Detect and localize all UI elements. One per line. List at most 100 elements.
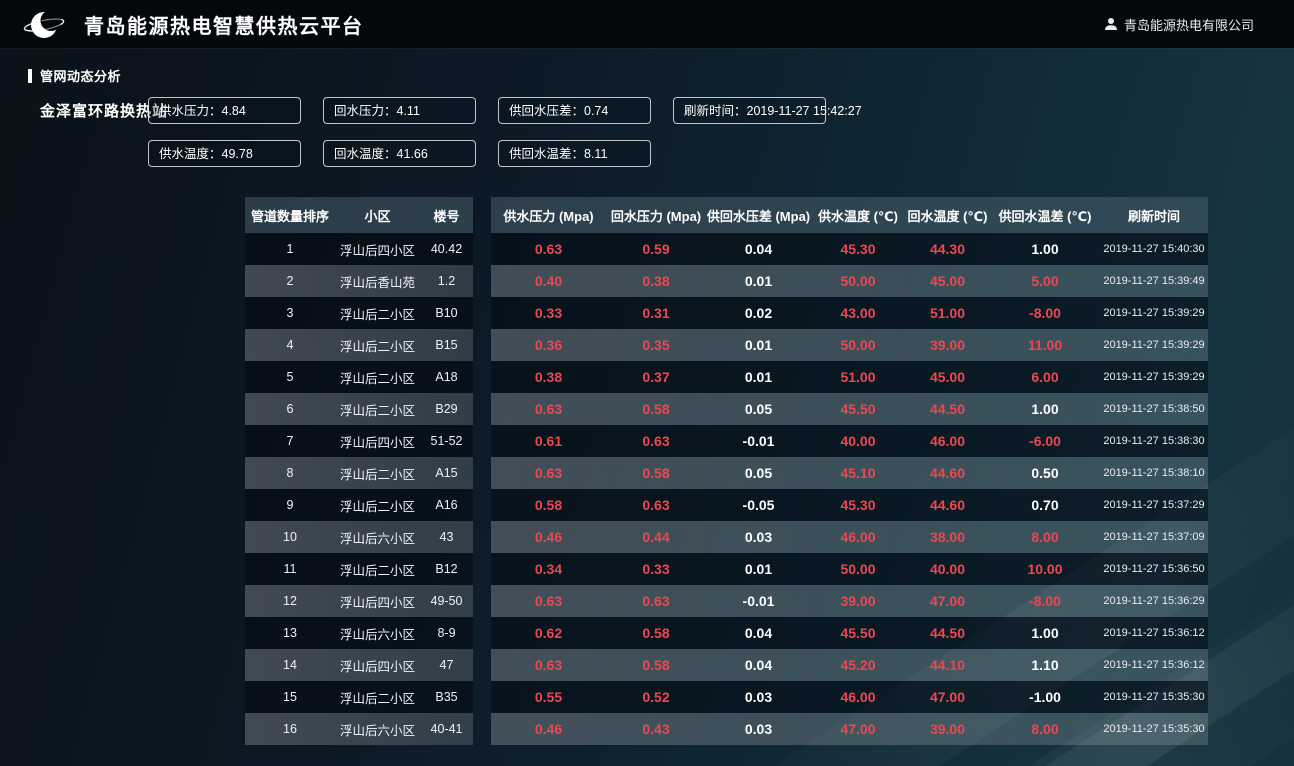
cell-temp-diff: -8.00 (990, 585, 1100, 617)
cell-supply-temp: 51.00 (811, 361, 905, 393)
cell-building: A15 (420, 457, 473, 489)
cell-supply-temp: 45.30 (811, 233, 905, 265)
cell-supply-temp: 50.00 (811, 553, 905, 585)
brand: 青岛能源热电智慧供热云平台 (22, 2, 364, 46)
cell-return-temp: 44.60 (905, 489, 990, 521)
cell-temp-diff: 11.00 (990, 329, 1100, 361)
cell-refresh-time: 2019-11-27 15:36:50 (1100, 553, 1208, 585)
cell-pressure-diff: 0.04 (706, 233, 811, 265)
cell-building: 43 (420, 521, 473, 553)
cell-rank: 16 (245, 713, 335, 745)
cell-return-temp: 46.00 (905, 425, 990, 457)
cell-temp-diff: 0.50 (990, 457, 1100, 489)
cell-supply-pressure: 0.38 (491, 361, 606, 393)
cell-temp-diff: -6.00 (990, 425, 1100, 457)
cell-rank: 14 (245, 649, 335, 681)
cell-pressure-diff: 0.01 (706, 361, 811, 393)
col-header: 回水压力 (Mpa) (606, 197, 706, 233)
cell-rank: 10 (245, 521, 335, 553)
cell-supply-temp: 45.50 (811, 393, 905, 425)
cell-building: 40-41 (420, 713, 473, 745)
cell-supply-pressure: 0.63 (491, 649, 606, 681)
cell-rank: 13 (245, 617, 335, 649)
station-stats-row-1: 供水压力：4.84回水压力：4.11供回水压差：0.74刷新时间：2019-11… (148, 97, 848, 124)
table-row: 3浮山后二小区B100.330.310.0243.0051.00-8.00201… (245, 297, 1208, 329)
cell-return-pressure: 0.31 (606, 297, 706, 329)
cell-rank: 7 (245, 425, 335, 457)
cell-return-temp: 40.00 (905, 553, 990, 585)
cell-supply-temp: 39.00 (811, 585, 905, 617)
table-row: 12浮山后四小区49-500.630.63-0.0139.0047.00-8.0… (245, 585, 1208, 617)
cell-rank: 11 (245, 553, 335, 585)
cell-return-pressure: 0.43 (606, 713, 706, 745)
cell-community: 浮山后六小区 (335, 617, 420, 649)
cell-refresh-time: 2019-11-27 15:39:29 (1100, 297, 1208, 329)
app-title: 青岛能源热电智慧供热云平台 (84, 10, 364, 39)
cell-pressure-diff: 0.03 (706, 521, 811, 553)
cell-building: A18 (420, 361, 473, 393)
cell-refresh-time: 2019-11-27 15:37:29 (1100, 489, 1208, 521)
cell-return-temp: 51.00 (905, 297, 990, 329)
cell-pressure-diff: 0.05 (706, 457, 811, 489)
col-header: 管道数量排序 (245, 197, 335, 233)
cell-pressure-diff: 0.04 (706, 617, 811, 649)
cell-community: 浮山后四小区 (335, 585, 420, 617)
cell-community: 浮山后六小区 (335, 713, 420, 745)
cell-community: 浮山后二小区 (335, 489, 420, 521)
cell-temp-diff: 8.00 (990, 713, 1100, 745)
cell-return-pressure: 0.35 (606, 329, 706, 361)
cell-return-temp: 44.60 (905, 457, 990, 489)
cell-refresh-time: 2019-11-27 15:36:12 (1100, 649, 1208, 681)
cell-rank: 15 (245, 681, 335, 713)
table-row: 6浮山后二小区B290.630.580.0545.5044.501.002019… (245, 393, 1208, 425)
stat-box-r2-2: 供回水温差：8.11 (498, 140, 651, 167)
cell-refresh-time: 2019-11-27 15:35:30 (1100, 713, 1208, 745)
cell-community: 浮山后二小区 (335, 393, 420, 425)
cell-community: 浮山后六小区 (335, 521, 420, 553)
cell-temp-diff: 0.70 (990, 489, 1100, 521)
cell-supply-pressure: 0.55 (491, 681, 606, 713)
cell-pressure-diff: 0.02 (706, 297, 811, 329)
station-stats-row-2: 供水温度：49.78回水温度：41.66供回水温差：8.11 (148, 140, 673, 167)
table-row: 16浮山后六小区40-410.460.430.0347.0039.008.002… (245, 713, 1208, 745)
cell-temp-diff: 8.00 (990, 521, 1100, 553)
cell-return-pressure: 0.59 (606, 233, 706, 265)
cell-building: B12 (420, 553, 473, 585)
cell-return-pressure: 0.58 (606, 393, 706, 425)
cell-pressure-diff: 0.01 (706, 265, 811, 297)
cell-return-temp: 47.00 (905, 681, 990, 713)
cell-return-pressure: 0.63 (606, 585, 706, 617)
cell-building: 40.42 (420, 233, 473, 265)
cell-supply-pressure: 0.63 (491, 233, 606, 265)
cell-supply-temp: 46.00 (811, 521, 905, 553)
dashboard-page: 青岛能源热电智慧供热云平台 青岛能源热电有限公司 管网动态分析 金泽富环路换热站… (0, 0, 1294, 766)
cell-building: 8-9 (420, 617, 473, 649)
cell-supply-temp: 50.00 (811, 329, 905, 361)
cell-return-temp: 47.00 (905, 585, 990, 617)
cell-return-pressure: 0.33 (606, 553, 706, 585)
cell-refresh-time: 2019-11-27 15:39:29 (1100, 329, 1208, 361)
stat-box-r1-1: 回水压力：4.11 (323, 97, 476, 124)
table-row: 7浮山后四小区51-520.610.63-0.0140.0046.00-6.00… (245, 425, 1208, 457)
cell-return-temp: 44.30 (905, 233, 990, 265)
cell-rank: 8 (245, 457, 335, 489)
cell-supply-pressure: 0.46 (491, 713, 606, 745)
cell-return-temp: 39.00 (905, 713, 990, 745)
cell-supply-temp: 45.20 (811, 649, 905, 681)
table-header-row: 管道数量排序小区楼号供水压力 (Mpa)回水压力 (Mpa)供回水压差 (Mpa… (245, 197, 1208, 233)
cell-return-temp: 38.00 (905, 521, 990, 553)
planet-logo-icon (22, 2, 66, 46)
col-header: 供水压力 (Mpa) (491, 197, 606, 233)
cell-community: 浮山后香山苑 (335, 265, 420, 297)
col-header: 供回水压差 (Mpa) (706, 197, 811, 233)
cell-building: B10 (420, 297, 473, 329)
account-menu[interactable]: 青岛能源热电有限公司 (1104, 15, 1254, 34)
accent-bar (28, 69, 32, 83)
cell-building: 49-50 (420, 585, 473, 617)
cell-refresh-time: 2019-11-27 15:35:30 (1100, 681, 1208, 713)
cell-refresh-time: 2019-11-27 15:38:30 (1100, 425, 1208, 457)
cell-supply-pressure: 0.34 (491, 553, 606, 585)
table-row: 15浮山后二小区B350.550.520.0346.0047.00-1.0020… (245, 681, 1208, 713)
cell-supply-pressure: 0.63 (491, 393, 606, 425)
table-row: 11浮山后二小区B120.340.330.0150.0040.0010.0020… (245, 553, 1208, 585)
